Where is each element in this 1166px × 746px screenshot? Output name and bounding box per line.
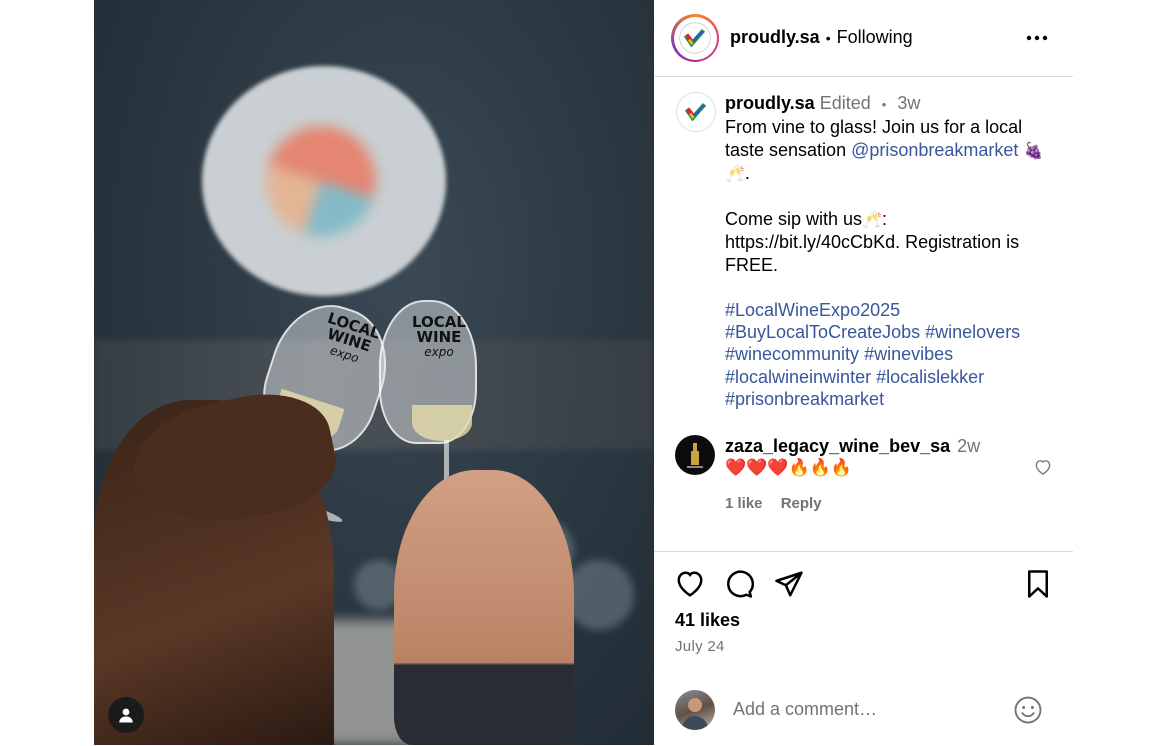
user-icon [119,708,133,723]
add-comment-row [654,690,1073,736]
header-username[interactable]: proudly.sa [730,27,820,48]
post-photo[interactable]: LOCAL WINE expo LOCAL WINE expo [94,0,654,745]
hashtag-link[interactable]: #winecommunity [725,344,859,364]
hashtag-link[interactable]: #BuyLocalToCreateJobs [725,322,920,342]
post-date[interactable]: July 24 [675,638,725,655]
clinking-glasses-emoji: 🥂 [862,210,882,230]
comment-icon[interactable] [724,569,754,599]
heart-icon[interactable] [1033,457,1053,477]
send-icon[interactable] [774,569,804,599]
proudly-sa-logo-icon [679,22,711,54]
caption-area: proudly.sa Edited • 3w From vine to glas… [654,77,1073,551]
post-actions: 41 likes July 24 [654,551,1073,746]
caption-period: . [744,163,750,184]
story-ring[interactable] [671,14,719,62]
header-separator: • [825,29,831,46]
post-sidebar: proudly.sa • Following proudly.sa Edited… [654,0,1073,745]
grapes-emoji: 🍇 [1023,140,1044,160]
hashtag-link[interactable]: #LocalWineExpo2025 [725,300,900,320]
proudly-sa-logo-icon [680,96,712,128]
commenter-avatar[interactable] [675,435,715,475]
reply-button[interactable]: Reply [781,495,822,512]
hashtag-link[interactable]: #localislekker [876,367,984,387]
post-header: proudly.sa • Following [654,0,1073,77]
commenter-username[interactable]: zaza_legacy_wine_bev_sa [725,436,950,456]
caption-time[interactable]: 3w [897,93,920,113]
smile-icon[interactable] [1013,695,1043,725]
blurred-logo [202,66,446,296]
comment-likes[interactable]: 1 like [725,495,763,512]
more-horizontal-icon[interactable] [1025,26,1049,50]
wine-bottle-logo-icon [687,443,703,468]
hashtag-link[interactable]: #winevibes [864,344,953,364]
caption-separator: • [881,97,887,112]
comment-time[interactable]: 2w [957,436,980,456]
tagged-users-button[interactable] [108,697,144,733]
likes-count[interactable]: 41 likes [675,610,740,631]
caption-avatar[interactable] [676,92,716,132]
comment-text: ❤️❤️❤️🔥🔥🔥 [725,458,853,478]
heart-icon[interactable] [675,569,705,599]
caption-username[interactable]: proudly.sa [725,93,815,113]
current-user-avatar[interactable] [675,690,715,730]
comment-input[interactable] [731,698,1005,721]
user-photo-icon [681,698,709,730]
avatar [676,19,714,57]
follow-status-button[interactable]: Following [837,27,913,48]
bookmark-icon[interactable] [1023,569,1053,599]
hand-right [394,470,574,745]
glass-logo-right: LOCAL WINE expo [412,313,466,360]
wine-right [412,405,472,441]
bokeh-light [564,560,634,630]
mention-link[interactable]: @prisonbreakmarket [851,140,1018,160]
hashtag-link[interactable]: #prisonbreakmarket [725,389,884,409]
hashtag-link[interactable]: #localwineinwinter [725,367,871,387]
caption-line2: Come sip with us [725,209,863,230]
edited-label: Edited [819,93,871,113]
caption-text: proudly.sa Edited • 3w From vine to glas… [725,92,1045,411]
clinking-glasses-emoji: 🥂 [725,164,745,184]
hashtag-link[interactable]: #winelovers [925,322,1020,342]
